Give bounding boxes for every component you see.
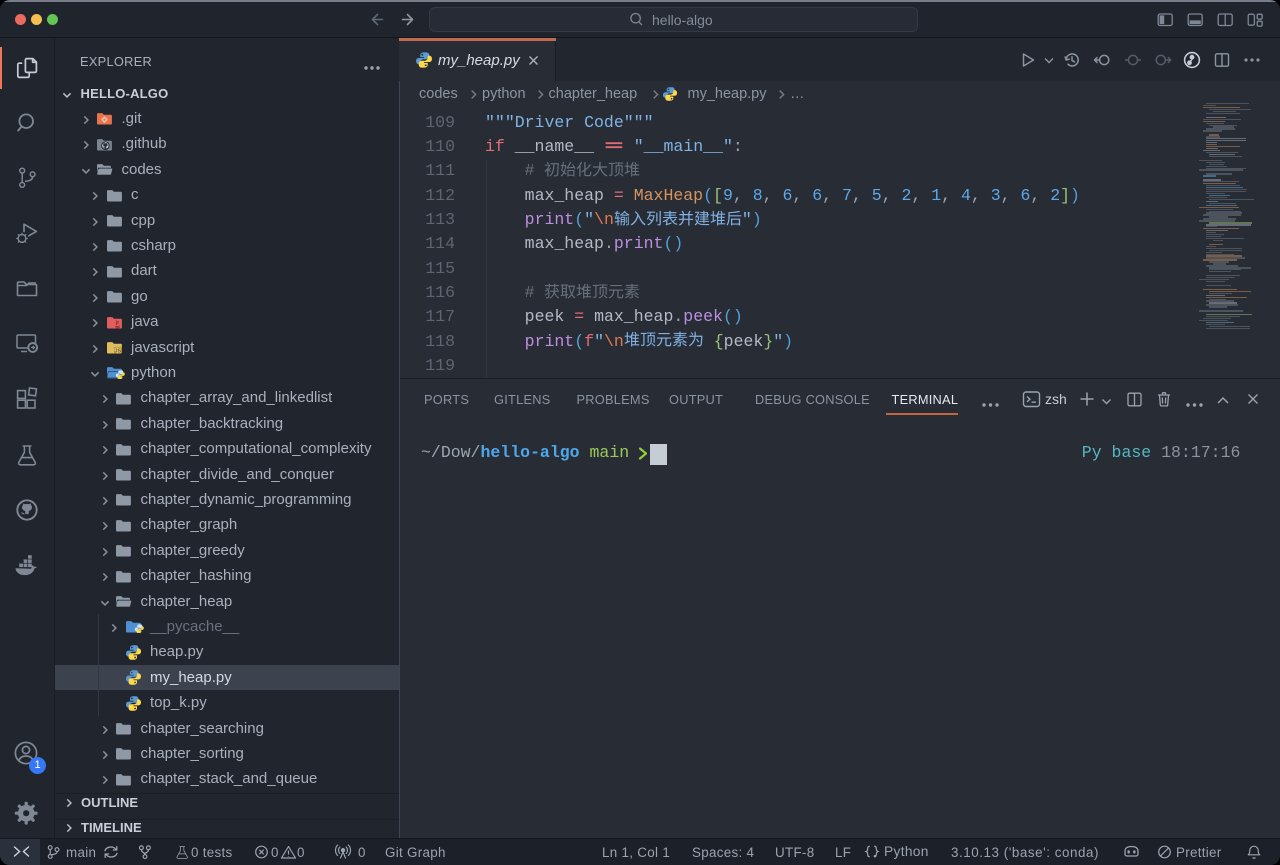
svg-text:JS: JS (114, 348, 121, 354)
